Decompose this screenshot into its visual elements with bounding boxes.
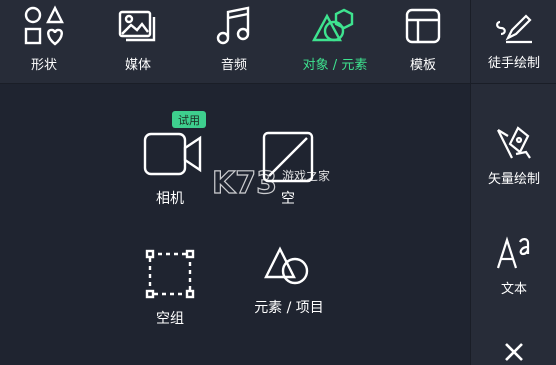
shapes-icon <box>24 5 64 46</box>
objects-elements-icon <box>311 8 354 42</box>
tab-audio-label: 音频 <box>220 58 247 73</box>
svg-text:K73: K73 <box>212 166 277 201</box>
tab-objects-elements[interactable]: 对象 / 元素 <box>288 0 382 83</box>
tab-media-label: 媒体 <box>124 58 151 73</box>
tab-template[interactable]: 模板 <box>383 0 463 83</box>
trial-badge: 试用 <box>172 111 206 128</box>
tab-audio[interactable]: 音频 <box>194 0 274 83</box>
camera-icon <box>143 132 202 176</box>
watermark: K73 游戏之家 <box>211 163 344 201</box>
vector-draw-label: 矢量绘制 <box>487 172 540 187</box>
music-note-icon <box>216 6 250 45</box>
tab-media[interactable]: 媒体 <box>98 0 178 83</box>
tab-template-label: 模板 <box>409 58 436 73</box>
element-item[interactable]: 元素 / 项目 <box>240 243 338 317</box>
text-icon <box>496 236 530 269</box>
freehand-draw-button[interactable]: 徒手绘制 <box>471 12 556 71</box>
right-sidebar: 徒手绘制 矢量绘制 文本 <box>470 0 556 365</box>
sidebar-divider <box>471 83 556 84</box>
template-icon <box>405 8 441 44</box>
tab-objects-elements-label: 对象 / 元素 <box>302 58 368 73</box>
camera-item[interactable]: 相机 <box>130 130 210 208</box>
empty-group-item[interactable]: 空组 <box>130 248 210 328</box>
close-button[interactable] <box>471 340 556 364</box>
watermark-text: 游戏之家 <box>282 169 331 183</box>
element-label: 元素 / 项目 <box>254 300 324 316</box>
close-icon <box>505 343 523 361</box>
empty-group-label: 空组 <box>156 311 184 327</box>
element-shapes-icon <box>264 246 309 285</box>
camera-label: 相机 <box>156 191 184 207</box>
tab-shapes[interactable]: 形状 <box>4 0 84 83</box>
text-label: 文本 <box>500 282 527 297</box>
top-toolbar: 形状 媒体 音频 对象 / 元素 模板 <box>0 0 470 84</box>
media-icon <box>118 10 156 42</box>
freehand-draw-label: 徒手绘制 <box>487 56 540 71</box>
vector-draw-button[interactable]: 矢量绘制 <box>471 122 556 187</box>
k73-logo: K73 <box>211 165 277 201</box>
tab-shapes-label: 形状 <box>30 58 57 73</box>
freehand-pen-icon <box>496 14 532 44</box>
text-button[interactable]: 文本 <box>471 232 556 297</box>
empty-group-icon <box>145 249 195 299</box>
vector-pen-icon <box>497 126 531 159</box>
